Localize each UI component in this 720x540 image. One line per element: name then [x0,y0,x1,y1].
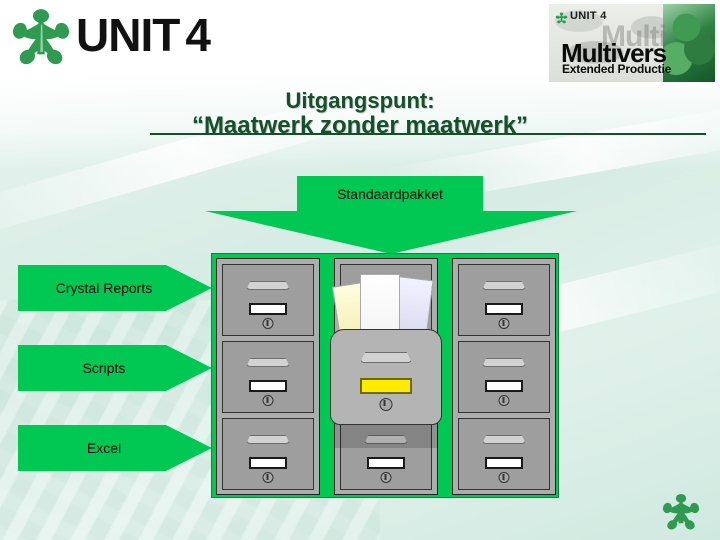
open-drawer-shadow [334,422,438,448]
cabinet-column-left [216,258,320,495]
cabinet-column-right [452,258,556,495]
drawer-keyhole-icon [379,398,393,411]
documents-stack [331,274,440,343]
banner-unit4-label: UNIT 4 [570,10,607,22]
drawer-label [485,303,523,315]
arrow-excel: Excel [18,425,212,471]
multivers-product-banner: Multi UNIT 4 Multivers Extended Producti… [549,4,715,82]
drawer-keyhole-icon [262,472,274,483]
arrow-head [205,211,577,254]
page-title-line-1: Uitgangspunt: [285,88,435,113]
unit4-wordmark-number: 4 [185,9,211,61]
unit4-flower-logo [8,6,74,68]
unit4-wordmark-text: UNIT [76,9,180,61]
cabinet-drawer [458,341,550,413]
slide-canvas: UNIT 4 Multi UNIT 4 Multivers Extended P… [0,0,720,540]
drawer-keyhole-icon [498,472,510,483]
drawer-label [485,380,523,392]
arrow-scripts: Scripts [18,345,212,391]
drawer-label [485,457,523,469]
drawer-keyhole-icon [262,318,274,329]
drawer-keyhole-icon [498,395,510,406]
arrow-crystal-reports: Crystal Reports [18,265,212,311]
drawer-handle-icon [360,352,412,363]
page-title: Uitgangspunt: “Maatwerk zonder maatwerk” [0,88,720,138]
drawer-handle-icon [246,281,290,290]
arrow-label-standaardpakket: Standaardpakket [337,186,443,202]
unit4-flower-logo-corner [660,492,702,532]
drawer-handle-icon [482,281,526,290]
drawer-handle-icon [246,435,290,444]
banner-product-subtitle: Extended Productie [562,62,672,76]
drawer-keyhole-icon [262,395,274,406]
drawer-handle-icon [482,358,526,367]
drawer-handle-icon [246,358,290,367]
arrow-label-crystal-reports: Crystal Reports [55,280,153,296]
drawer-keyhole-icon [380,472,392,483]
drawer-label [249,303,287,315]
cabinet-drawer [458,264,550,336]
cabinet-drawer [458,418,550,490]
arrow-label-scripts: Scripts [82,360,126,376]
drawer-label-highlighted [360,378,412,394]
unit4-flower-logo-small [555,11,568,24]
drawer-label [249,457,287,469]
arrow-label-excel: Excel [86,440,122,456]
arrow-standaardpakket: Standaardpakket [205,176,577,258]
filing-cabinets-illustration [211,253,559,498]
cabinet-drawer [222,341,314,413]
title-underline [150,133,706,135]
cabinet-drawer [222,418,314,490]
drawer-label [249,380,287,392]
drawer-keyhole-icon [498,318,510,329]
drawer-label [367,457,405,469]
cabinet-drawer-open [330,329,442,425]
drawer-handle-icon [482,435,526,444]
cabinet-drawer [222,264,314,336]
unit4-wordmark: UNIT 4 [76,9,211,61]
